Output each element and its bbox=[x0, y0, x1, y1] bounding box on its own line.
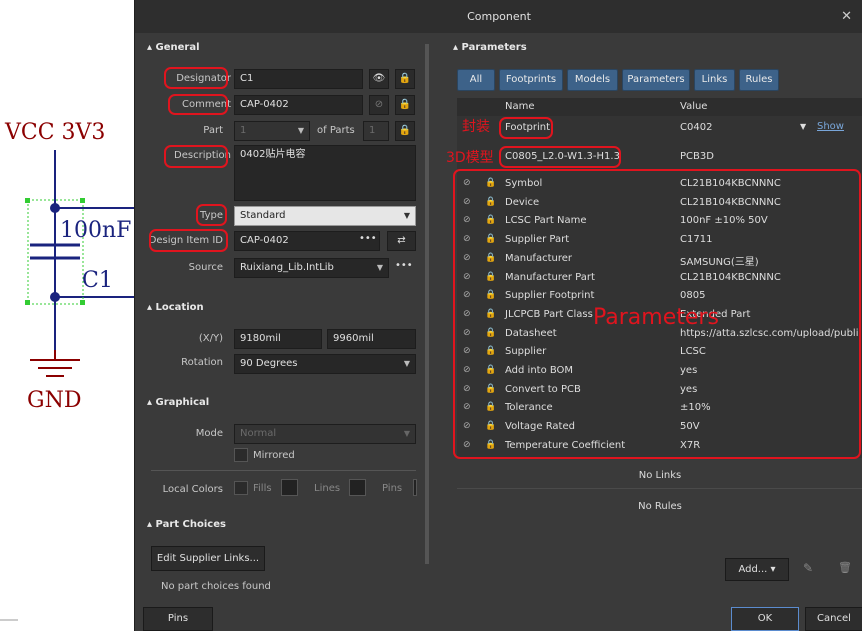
dialog-title: Component bbox=[135, 0, 862, 33]
parameters-section[interactable]: ▴ Parameters bbox=[453, 42, 527, 53]
description-input[interactable]: 0402贴片电容 bbox=[234, 145, 416, 201]
net-label: VCC 3V3 bbox=[5, 120, 106, 145]
capacitor-value: 100nF bbox=[60, 218, 132, 243]
general-section[interactable]: ▴ General bbox=[147, 42, 200, 53]
column-header-value[interactable]: Value bbox=[680, 101, 707, 112]
local-colors-label: Local Colors bbox=[162, 484, 223, 495]
mirrored-label: Mirrored bbox=[253, 450, 295, 461]
rotation-label: Rotation bbox=[181, 357, 223, 368]
cancel-button[interactable]: Cancel bbox=[805, 607, 862, 631]
mode-label: Mode bbox=[195, 428, 223, 439]
chevron-down-icon[interactable]: ▼ bbox=[800, 122, 806, 131]
show-footprint-link[interactable]: Show bbox=[817, 121, 844, 132]
comment-highlight bbox=[168, 94, 228, 115]
chevron-down-icon: ▼ bbox=[376, 263, 383, 272]
description-highlight bbox=[164, 145, 228, 168]
model-value: PCB3D bbox=[680, 151, 714, 162]
ground-label: GND bbox=[27, 388, 82, 413]
no-links-text: No Links bbox=[638, 470, 682, 481]
type-highlight bbox=[196, 204, 227, 226]
location-section[interactable]: ▴ Location bbox=[147, 302, 204, 313]
chevron-down-icon: ▼ bbox=[403, 359, 410, 368]
edit-supplier-links-button[interactable]: Edit Supplier Links... bbox=[151, 546, 265, 571]
mirrored-checkbox[interactable] bbox=[234, 448, 248, 462]
part-choices-section[interactable]: ▴ Part Choices bbox=[147, 519, 226, 530]
filter-all-button[interactable]: All bbox=[457, 69, 495, 91]
lines-label: Lines bbox=[314, 483, 341, 494]
filter-rules-button[interactable]: Rules bbox=[739, 69, 779, 91]
divider bbox=[151, 470, 416, 471]
comment-input[interactable]: CAP-0402 bbox=[234, 95, 363, 115]
lock-icon[interactable]: 🔒 bbox=[395, 121, 415, 141]
designator-input[interactable]: C1 bbox=[234, 69, 363, 89]
filter-links-button[interactable]: Links bbox=[694, 69, 735, 91]
delete-trash-icon[interactable]: 🗑 bbox=[838, 561, 852, 574]
lock-icon[interactable]: 🔒 bbox=[395, 95, 415, 115]
no-rules-text: No Rules bbox=[638, 501, 682, 512]
parameters-annotation: Parameters bbox=[593, 305, 719, 330]
component-dialog: Component ✕ ▴ General Designator C1 👁 🔒 … bbox=[134, 0, 862, 631]
of-parts-value: 1 bbox=[363, 121, 389, 141]
add-parameter-button[interactable]: Add... ▾ bbox=[725, 558, 789, 581]
pins-label: Pins bbox=[382, 483, 403, 494]
fills-color-swatch[interactable] bbox=[281, 479, 298, 496]
footprint-annotation: 封装 bbox=[462, 119, 490, 135]
left-scrollbar[interactable] bbox=[425, 44, 429, 564]
xy-label: (X/Y) bbox=[198, 333, 223, 344]
fills-label: Fills bbox=[253, 483, 272, 494]
mode-select[interactable]: Normal ▼ bbox=[234, 424, 416, 444]
fills-checkbox[interactable] bbox=[234, 481, 248, 495]
footprint-value: C0402 bbox=[680, 122, 713, 133]
source-label: Source bbox=[188, 262, 223, 273]
part-label: Part bbox=[203, 125, 223, 136]
source-select[interactable]: Ruixiang_Lib.IntLib ▼ bbox=[234, 258, 389, 278]
hidden-eye-icon[interactable]: ⊘ bbox=[369, 95, 389, 115]
edit-pencil-icon[interactable]: ✎ bbox=[803, 561, 813, 575]
filter-models-button[interactable]: Models bbox=[567, 69, 618, 91]
model3d-annotation: 3D模型 bbox=[446, 150, 494, 166]
ok-button[interactable]: OK bbox=[731, 607, 799, 631]
lines-color-swatch[interactable] bbox=[349, 479, 366, 496]
chevron-down-icon: ▼ bbox=[403, 429, 410, 438]
designator-highlight bbox=[164, 67, 228, 89]
properties-panel: ▴ General Designator C1 👁 🔒 Comment CAP-… bbox=[143, 36, 429, 594]
part-select[interactable]: 1 ▼ bbox=[234, 121, 310, 141]
x-input[interactable]: 9180mil bbox=[234, 329, 322, 349]
column-header-name[interactable]: Name bbox=[505, 101, 535, 112]
graphical-section[interactable]: ▴ Graphical bbox=[147, 397, 209, 408]
capacitor-designator: C1 bbox=[82, 268, 113, 293]
pins-color-swatch[interactable] bbox=[413, 479, 417, 496]
type-select[interactable]: Standard ▼ bbox=[234, 206, 416, 226]
chevron-down-icon: ▼ bbox=[297, 126, 304, 135]
close-icon[interactable]: ✕ bbox=[841, 0, 852, 33]
divider bbox=[457, 488, 862, 489]
more-icon[interactable]: ••• bbox=[359, 233, 377, 244]
dialog-footer: Pins OK Cancel bbox=[135, 598, 862, 631]
model3d-highlight bbox=[499, 146, 621, 168]
design-item-highlight bbox=[149, 229, 228, 252]
rotation-select[interactable]: 90 Degrees ▼ bbox=[234, 354, 416, 374]
more-icon[interactable]: ••• bbox=[395, 260, 413, 271]
swap-icon[interactable]: ⇄ bbox=[387, 231, 416, 251]
pins-button[interactable]: Pins bbox=[143, 607, 213, 631]
filter-parameters-button[interactable]: Parameters bbox=[622, 69, 690, 91]
lock-icon[interactable]: 🔒 bbox=[395, 69, 415, 89]
of-parts-label: of Parts bbox=[317, 125, 355, 136]
y-input[interactable]: 9960mil bbox=[327, 329, 416, 349]
visibility-eye-icon[interactable]: 👁 bbox=[369, 69, 389, 89]
schematic-drawing bbox=[0, 150, 140, 621]
filter-footprints-button[interactable]: Footprints bbox=[499, 69, 563, 91]
part-choices-status: No part choices found bbox=[161, 581, 271, 592]
schematic-canvas[interactable]: VCC 3V3 100nF C1 GND bbox=[0, 0, 140, 631]
grid-header: Name Value bbox=[457, 98, 862, 116]
chevron-down-icon: ▼ bbox=[403, 211, 410, 220]
footprint-highlight bbox=[499, 117, 553, 139]
